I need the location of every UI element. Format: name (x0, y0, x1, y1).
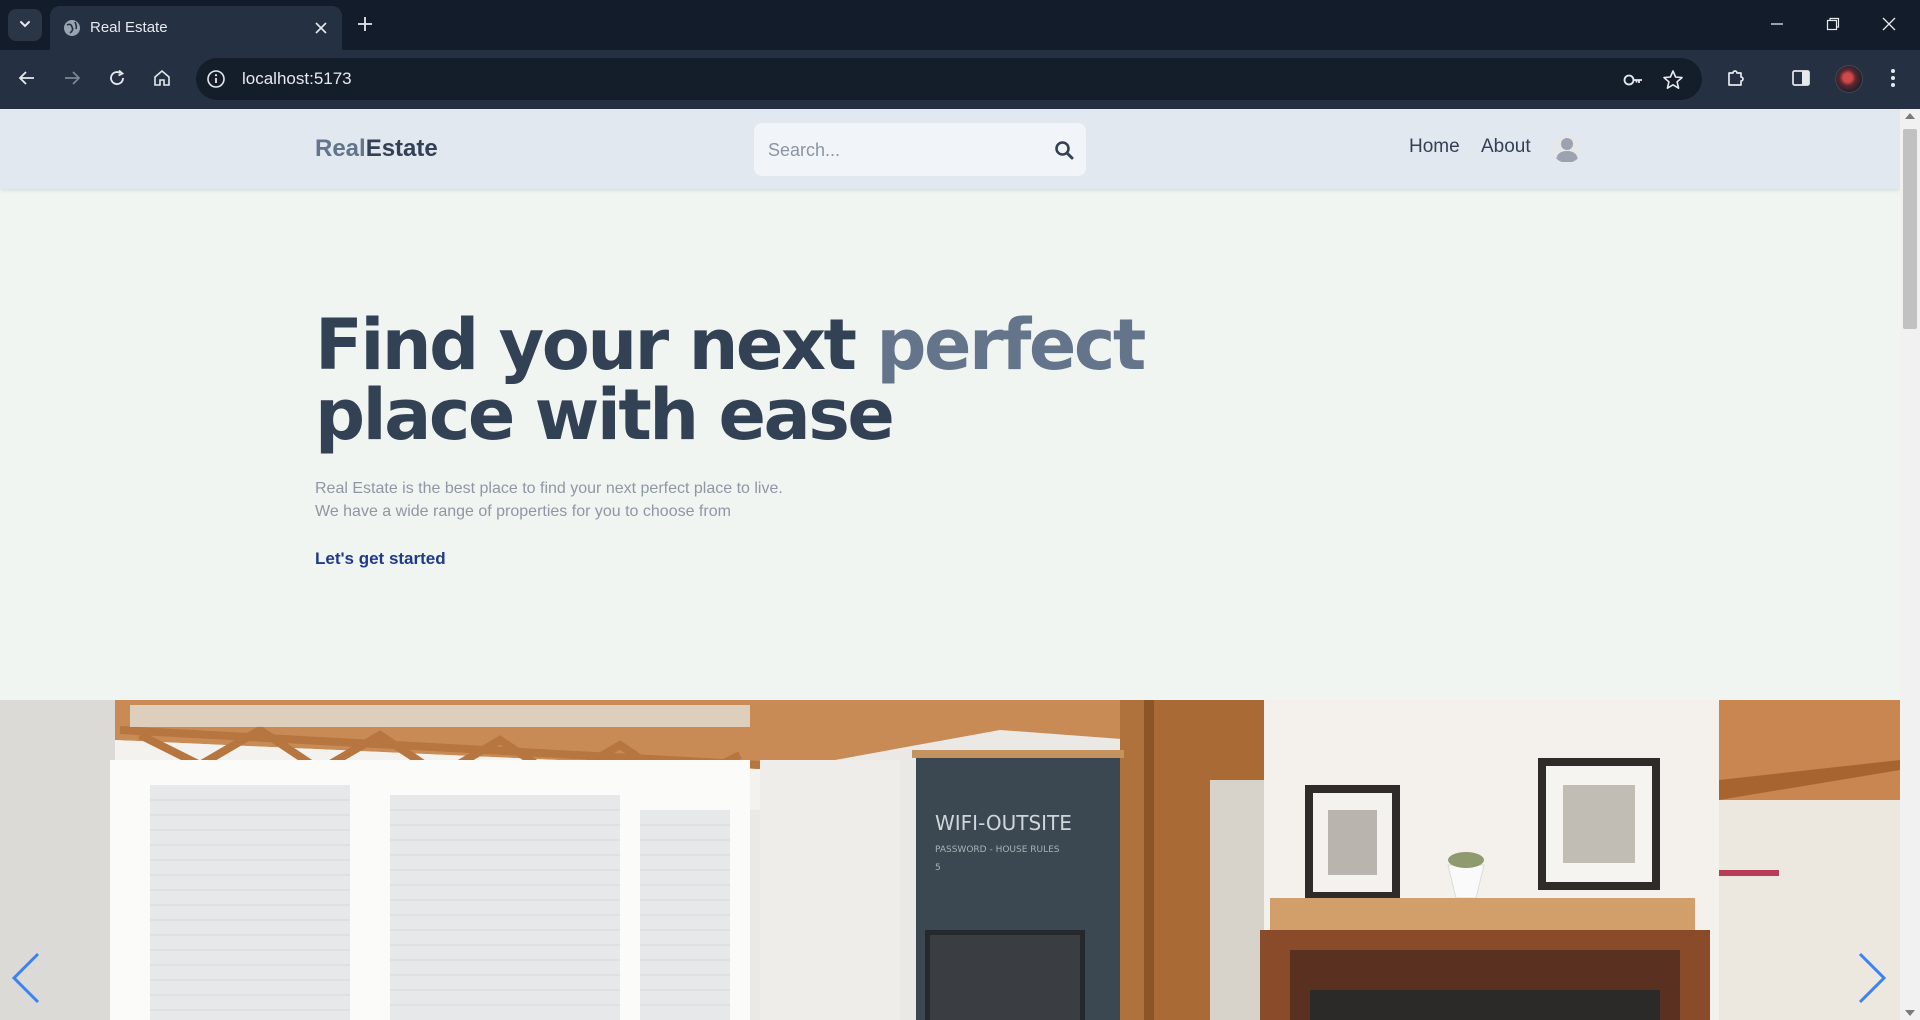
site-header: RealEstate Home About (0, 109, 1900, 189)
scrollbar-thumb[interactable] (1903, 129, 1917, 329)
reload-icon (108, 69, 126, 91)
hero-subtitle-line2: We have a wide range of properties for y… (315, 503, 731, 520)
profile-avatar[interactable] (1835, 65, 1863, 93)
hero-subtitle-line1: Real Estate is the best place to find yo… (315, 480, 783, 497)
plus-icon (357, 16, 373, 36)
hero-title-part2: place with ease (315, 374, 895, 456)
site-logo[interactable]: RealEstate (315, 135, 438, 163)
forward-button[interactable] (56, 64, 88, 96)
browser-tab-active[interactable]: Real Estate (50, 6, 342, 50)
nav-about-link[interactable]: About (1481, 136, 1531, 158)
restore-button[interactable] (1810, 8, 1856, 42)
tab-search-dropdown[interactable] (8, 9, 42, 41)
user-avatar-icon[interactable] (1552, 133, 1582, 163)
kebab-menu-icon (1890, 68, 1896, 92)
reload-button[interactable] (101, 64, 133, 96)
close-icon[interactable] (310, 17, 332, 39)
search-form (754, 123, 1086, 176)
logo-part-estate: Estate (365, 135, 438, 162)
star-icon[interactable] (1660, 67, 1686, 93)
key-icon[interactable] (1620, 67, 1646, 93)
minimize-icon (1770, 16, 1784, 35)
info-icon[interactable] (204, 67, 228, 91)
close-window-button[interactable] (1866, 8, 1912, 42)
scroll-down-arrow-icon[interactable] (1905, 1010, 1915, 1016)
logo-part-real: Real (315, 135, 366, 162)
page-scrollbar[interactable] (1900, 109, 1920, 1020)
globe-icon (62, 18, 82, 38)
hero-title: Find your next perfect place with ease (315, 310, 1215, 450)
url-text[interactable]: localhost:5173 (242, 69, 352, 89)
close-icon (1882, 16, 1896, 35)
arrow-right-icon (63, 69, 81, 91)
address-bar[interactable]: localhost:5173 (196, 58, 1702, 100)
chevron-right-icon (1857, 952, 1887, 1008)
nav-home-link[interactable]: Home (1409, 136, 1460, 158)
browser-menu-button[interactable] (1877, 64, 1909, 96)
browser-toolbar: localhost:5173 (0, 50, 1920, 109)
get-started-link[interactable]: Let's get started (315, 549, 446, 569)
back-button[interactable] (11, 64, 43, 96)
hero-subtitle: Real Estate is the best place to find yo… (315, 477, 915, 523)
chalkboard-line1: WIFI-OUTSITE (935, 811, 1072, 835)
home-icon (153, 69, 171, 91)
sidebar-icon (1791, 68, 1811, 92)
restore-icon (1826, 16, 1840, 35)
minimize-button[interactable] (1754, 8, 1800, 42)
chevron-left-icon (11, 952, 41, 1008)
page-viewport: RealEstate Home About Find your next per… (0, 109, 1900, 1020)
hero-title-accent: perfect (876, 304, 1146, 386)
chevron-down-icon (18, 16, 32, 35)
living-room-photo: WIFI-OUTSITE PASSWORD - HOUSE RULES 5 (0, 700, 1900, 1020)
listing-carousel: WIFI-OUTSITE PASSWORD - HOUSE RULES 5 (0, 700, 1900, 1020)
carousel-prev-button[interactable] (8, 952, 44, 1008)
side-panel-button[interactable] (1785, 64, 1817, 96)
search-input[interactable] (768, 136, 1038, 164)
new-tab-button[interactable] (352, 13, 378, 39)
scroll-up-arrow-icon[interactable] (1905, 113, 1915, 119)
search-icon[interactable] (1052, 138, 1076, 162)
tab-title: Real Estate (90, 19, 168, 36)
home-button[interactable] (146, 64, 178, 96)
carousel-next-button[interactable] (1854, 952, 1890, 1008)
arrow-left-icon (18, 69, 36, 91)
extensions-button[interactable] (1720, 64, 1752, 96)
chalkboard-line3: 5 (935, 863, 941, 873)
chalkboard-line2: PASSWORD - HOUSE RULES (935, 845, 1060, 855)
browser-tab-bar: Real Estate (0, 0, 1920, 50)
puzzle-icon (1725, 67, 1747, 93)
